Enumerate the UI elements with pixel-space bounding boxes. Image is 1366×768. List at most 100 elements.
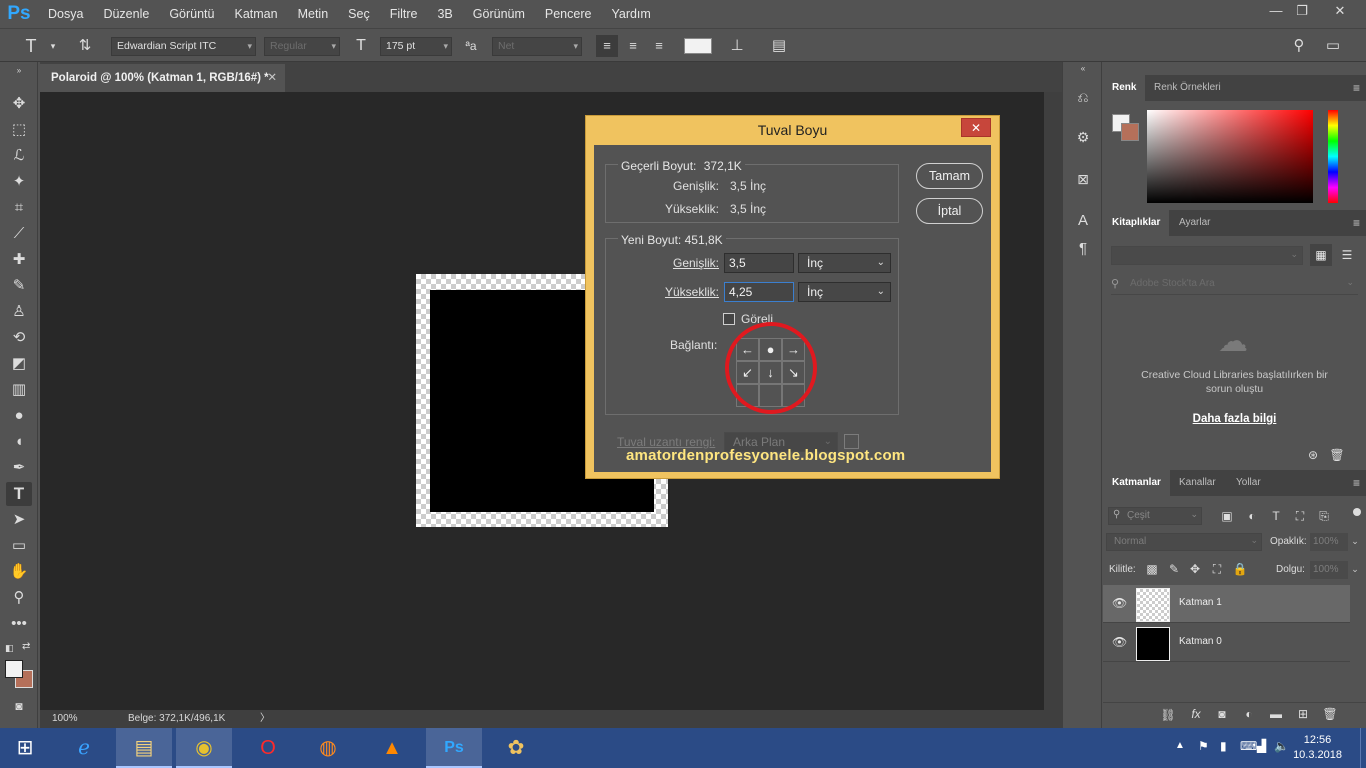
type-tool-preset-icon[interactable]: T (20, 35, 42, 57)
eyedropper-tool-icon[interactable]: ⟋ (6, 222, 32, 246)
panel-menu-icon[interactable]: ≡ (1353, 75, 1360, 101)
font-family-select[interactable]: Edwardian Script ITC ▾ (111, 37, 256, 56)
layer-name[interactable]: Katman 1 (1179, 597, 1222, 608)
creative-cloud-sync-icon[interactable]: ⊛ (1304, 448, 1322, 462)
marquee-tool-icon[interactable]: ⬚ (6, 118, 32, 142)
close-tab-icon[interactable]: ✕ (267, 64, 277, 92)
firefox-icon[interactable]: ◍ (300, 728, 356, 768)
move-tool-icon[interactable]: ✥ (6, 92, 32, 116)
type-tool-icon[interactable]: T (6, 482, 32, 506)
collapse-icon[interactable]: » (6, 66, 32, 76)
color-field[interactable] (1147, 110, 1313, 203)
brush-tool-icon[interactable]: ✎ (6, 274, 32, 298)
grid-view-icon[interactable]: ▦ (1310, 244, 1332, 266)
eye-icon[interactable]: 👁 (1112, 596, 1127, 610)
new-group-icon[interactable]: ▬ (1267, 707, 1285, 721)
chrome-icon[interactable]: ◉ (176, 728, 232, 768)
crop-tool-icon[interactable]: ⌗ (6, 196, 32, 220)
show-desktop-button[interactable] (1360, 728, 1366, 768)
layer-row[interactable]: 👁 Katman 1 (1103, 585, 1350, 623)
height-unit-select[interactable]: İnç ⌄ (798, 282, 891, 302)
opera-icon[interactable]: O (240, 728, 296, 768)
menu-3b[interactable]: 3B (427, 0, 462, 28)
foreground-color-swatch[interactable] (5, 660, 23, 678)
background-color-swatch[interactable] (1121, 123, 1139, 141)
history-panel-icon[interactable]: ⎌ (1072, 86, 1094, 108)
adjustment-layer-icon[interactable]: ◐ (1240, 707, 1258, 721)
vlc-icon[interactable]: ▲ (364, 728, 420, 768)
text-color-swatch[interactable] (684, 38, 712, 54)
menu-pencere[interactable]: Pencere (535, 0, 602, 28)
menu-metin[interactable]: Metin (288, 0, 339, 28)
layer-row[interactable]: 👁 Katman 0 (1103, 624, 1350, 662)
shape-tool-icon[interactable]: ▭ (6, 534, 32, 558)
tab-katmanlar[interactable]: Katmanlar (1103, 470, 1170, 496)
layer-filter-select[interactable]: ⚲ Çeşit ⌄ (1108, 507, 1202, 525)
character-panel-icon[interactable]: ▤ (768, 35, 790, 57)
fill-input[interactable]: 100% (1310, 561, 1348, 579)
tab-kitapliklar[interactable]: Kitaplıklar (1103, 210, 1170, 236)
paragraph-panel-icon[interactable]: ¶ (1072, 238, 1094, 260)
panel-menu-icon[interactable]: ≡ (1353, 470, 1360, 496)
power-icon[interactable]: ▮ (1220, 739, 1227, 753)
menu-goruntu[interactable]: Görüntü (159, 0, 224, 28)
align-left-icon[interactable]: ≡ (596, 35, 618, 57)
tab-renk[interactable]: Renk (1103, 75, 1146, 101)
filter-adjustment-icon[interactable]: ◐ (1243, 509, 1261, 523)
blend-mode-select[interactable]: Normal ⌄ (1106, 533, 1262, 551)
ok-button[interactable]: Tamam (916, 163, 983, 189)
panel-menu-icon[interactable]: ≡ (1353, 210, 1360, 236)
trash-icon[interactable]: 🗑 (1328, 448, 1346, 462)
trash-icon[interactable]: 🗑 (1321, 707, 1339, 721)
lock-transparency-icon[interactable]: ▩ (1143, 562, 1161, 576)
antialias-select[interactable]: Net ▾ (492, 37, 582, 56)
filter-pixel-icon[interactable]: ▣ (1218, 509, 1236, 523)
tab-kanallar[interactable]: Kanallar (1170, 470, 1225, 496)
font-size-select[interactable]: 175 pt ▾ (380, 37, 452, 56)
close-window-button[interactable]: ✕ (1326, 0, 1354, 22)
file-explorer-icon[interactable]: ▤ (116, 728, 172, 768)
zoom-level[interactable]: 100% (52, 710, 78, 728)
volume-icon[interactable]: 🔈 (1274, 739, 1289, 753)
hand-tool-icon[interactable]: ✋ (6, 560, 32, 584)
default-colors-icon[interactable]: ◧ (5, 643, 14, 654)
lock-pixels-icon[interactable]: ✎ (1165, 562, 1183, 576)
filter-toggle-icon[interactable] (1353, 508, 1361, 516)
tray-expand-icon[interactable]: ▲ (1175, 740, 1185, 751)
fx-icon[interactable]: fx (1187, 707, 1205, 721)
internet-explorer-icon[interactable]: ℯ (56, 728, 112, 768)
eraser-tool-icon[interactable]: ◩ (6, 352, 32, 376)
paint-icon[interactable]: ✿ (488, 728, 544, 768)
chevron-down-icon[interactable]: ⌄ (1348, 533, 1362, 551)
minimize-button[interactable]: — (1262, 0, 1290, 22)
menu-filtre[interactable]: Filtre (380, 0, 428, 28)
swap-colors-icon[interactable]: ⇄ (22, 641, 30, 652)
align-center-icon[interactable]: ≡ (622, 35, 644, 57)
keyboard-icon[interactable]: ⌨ (1240, 739, 1257, 753)
layer-name[interactable]: Katman 0 (1179, 636, 1222, 647)
tab-yollar[interactable]: Yollar (1227, 470, 1270, 496)
blur-tool-icon[interactable]: ● (6, 404, 32, 428)
quick-mask-icon[interactable]: ◙ (6, 694, 32, 718)
pen-tool-icon[interactable]: ✒ (6, 456, 32, 480)
filter-shape-icon[interactable]: ⛶ (1291, 509, 1309, 524)
tab-ayarlar[interactable]: Ayarlar (1170, 210, 1220, 236)
menu-dosya[interactable]: Dosya (38, 0, 93, 28)
stamp-tool-icon[interactable]: ♙ (6, 300, 32, 324)
photoshop-taskbar-icon[interactable]: Ps (426, 728, 482, 768)
menu-gorunum[interactable]: Görünüm (463, 0, 535, 28)
network-icon[interactable]: ▟ (1257, 739, 1266, 753)
align-right-icon[interactable]: ≡ (648, 35, 670, 57)
menu-yardim[interactable]: Yardım (601, 0, 660, 28)
menu-duzenle[interactable]: Düzenle (93, 0, 159, 28)
text-orientation-icon[interactable]: ⇅ (74, 35, 96, 57)
lock-all-icon[interactable]: 🔒 (1231, 562, 1249, 576)
width-input[interactable]: 3,5 (724, 253, 794, 273)
eye-icon[interactable]: 👁 (1112, 635, 1127, 649)
collapse-icon[interactable]: « (1072, 64, 1094, 74)
library-select[interactable]: ⌄ (1111, 246, 1303, 265)
relative-checkbox[interactable] (723, 313, 735, 325)
new-layer-icon[interactable]: ⊞ (1294, 707, 1312, 721)
character-panel-icon[interactable]: A (1072, 210, 1094, 232)
history-brush-tool-icon[interactable]: ⟲ (6, 326, 32, 350)
